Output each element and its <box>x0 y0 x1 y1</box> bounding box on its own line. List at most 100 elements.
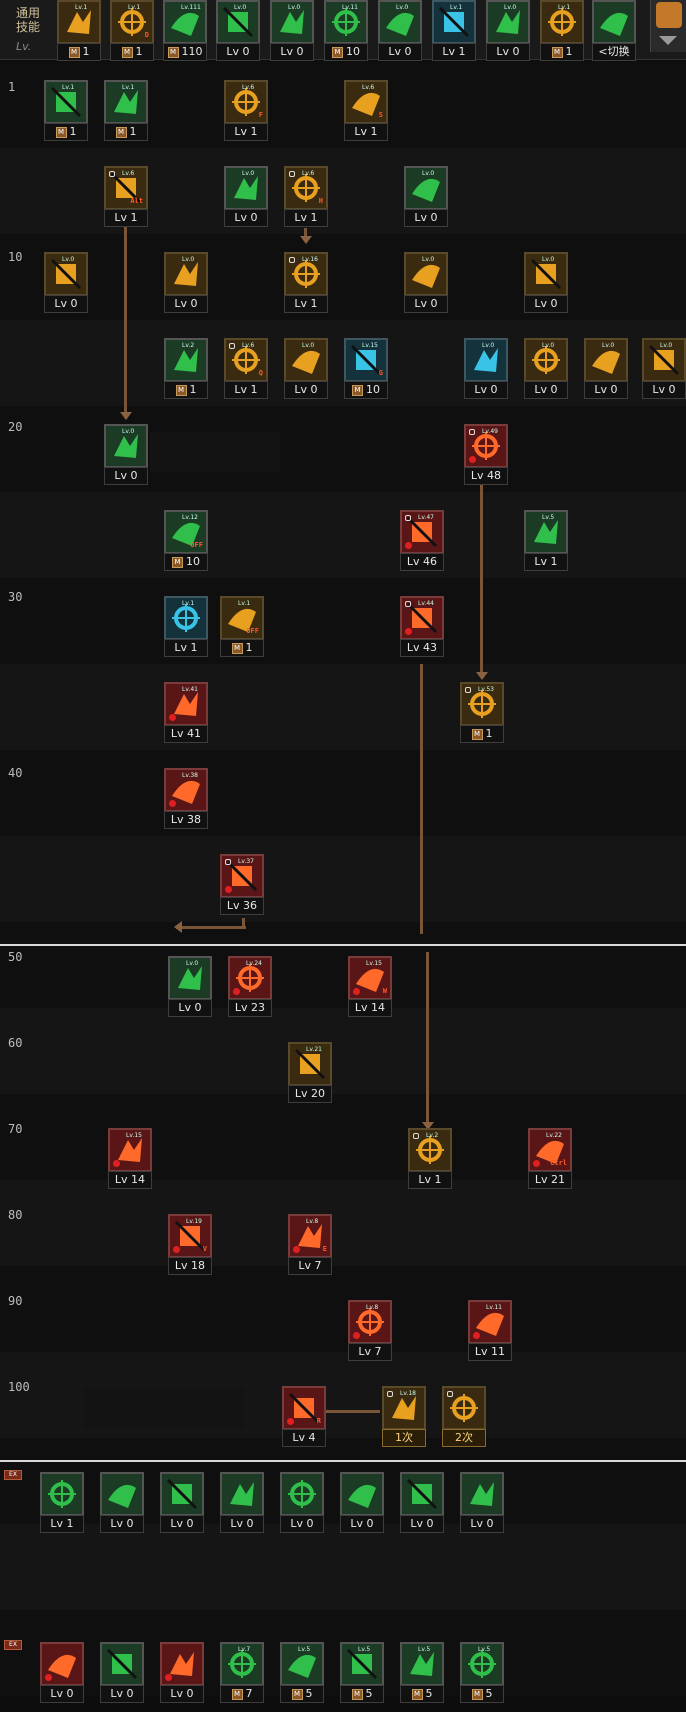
skill-slot[interactable]: Lv 0 <box>100 1472 144 1534</box>
skill-slot[interactable]: Lv.53 M 1 <box>460 682 504 744</box>
skill-slot[interactable]: Lv.6 Alt Lv 1 <box>104 166 148 228</box>
awaken-1-icon[interactable]: Lv.18 <box>382 1386 426 1430</box>
skill-slot[interactable]: Lv.5 M 5 <box>280 1642 324 1704</box>
skill-slot[interactable]: Lv.41 Lv 41 <box>164 682 208 744</box>
fire-claw-icon[interactable]: Lv.49 <box>464 424 508 468</box>
skill-slot[interactable]: Lv.0 Lv 0 <box>216 0 260 62</box>
skill-slot[interactable]: Lv.21 Lv 20 <box>288 1042 332 1104</box>
boot-icon[interactable]: Lv.0 <box>584 338 628 382</box>
skill-slot[interactable]: Lv.12 OFF M 10 <box>164 510 208 572</box>
clock-icon[interactable]: Lv.1 <box>164 596 208 640</box>
skill-slot[interactable]: Lv.0 Lv 0 <box>404 252 448 314</box>
gear-blast-icon[interactable]: Lv.47 <box>400 510 444 554</box>
skill-slot[interactable]: Lv.6 Q Lv 1 <box>224 338 268 400</box>
skill-slot[interactable]: Lv.19 V Lv 18 <box>168 1214 212 1276</box>
flare-icon[interactable]: Lv.19 V <box>168 1214 212 1258</box>
skill-slot[interactable]: Lv.5 M 5 <box>400 1642 444 1704</box>
upgrade-icon[interactable]: Lv.0 <box>104 424 148 468</box>
skill-slot[interactable]: Lv.24 Lv 23 <box>228 956 272 1018</box>
target-eye-icon[interactable]: Lv.1 <box>432 0 476 44</box>
skill-slot[interactable]: Lv.0 Lv 0 <box>224 166 268 228</box>
skill-slot[interactable]: Lv 0 <box>220 1472 264 1534</box>
skill-slot[interactable]: Lv.7 M 7 <box>220 1642 264 1704</box>
beam-icon[interactable]: Lv.8 <box>348 1300 392 1344</box>
skill-slot[interactable]: Lv 0 <box>160 1472 204 1534</box>
jump-kick-icon[interactable]: Lv.6 S <box>344 80 388 124</box>
missile-icon[interactable]: Lv.44 <box>400 596 444 640</box>
skill-slot[interactable]: Lv.6 F Lv 1 <box>224 80 268 142</box>
skill-slot[interactable]: Lv.111 M 110 <box>163 0 207 62</box>
skill-slot[interactable]: Lv.16 Lv 1 <box>284 252 328 314</box>
skill-slot[interactable]: Lv.0 Lv 0 <box>642 338 686 400</box>
ex-guard-icon[interactable]: Lv.5 <box>280 1642 324 1686</box>
ex-gun-icon[interactable]: Lv.5 <box>400 1642 444 1686</box>
awaken-2-icon[interactable] <box>442 1386 486 1430</box>
red-robot-icon[interactable]: Lv.8 E <box>288 1214 332 1258</box>
flame-body-icon[interactable]: Lv.1 <box>540 0 584 44</box>
slash-icon[interactable]: Lv.0 <box>164 252 208 296</box>
skill-slot[interactable]: Lv.22 Ctrl Lv 21 <box>528 1128 572 1190</box>
ex-leap-icon[interactable] <box>40 1472 84 1516</box>
fire-rain-icon[interactable]: Lv.22 Ctrl <box>528 1128 572 1172</box>
skill-slot[interactable]: Lv.8 E Lv 7 <box>288 1214 332 1276</box>
skill-slot[interactable]: Lv.1 Lv 1 <box>164 596 208 658</box>
sun-gear-icon[interactable]: Lv.53 <box>460 682 504 726</box>
crosshair-icon[interactable]: Lv.11 <box>324 0 368 44</box>
skill-slot[interactable]: Lv.0 Lv 0 <box>378 0 422 62</box>
skill-slot[interactable]: Lv.0 Lv 0 <box>104 424 148 486</box>
skill-slot[interactable]: Lv 0 <box>160 1642 204 1704</box>
skill-slot[interactable]: Lv.5 Lv 1 <box>524 510 568 572</box>
skill-slot[interactable]: Lv 0 <box>100 1642 144 1704</box>
burst-icon[interactable]: Lv.6 Alt <box>104 166 148 210</box>
ex-dash-icon[interactable] <box>220 1472 264 1516</box>
dash-icon[interactable]: Lv.6 H <box>284 166 328 210</box>
explosion-icon[interactable]: Lv.0 <box>44 252 88 296</box>
skill-slot[interactable]: Lv.38 Lv 38 <box>164 768 208 830</box>
skill-slot[interactable]: Lv 0 <box>400 1472 444 1534</box>
skill-slot[interactable]: Lv.49 Lv 48 <box>464 424 508 486</box>
drill-icon[interactable]: Lv.0 <box>464 338 508 382</box>
ex-jump-icon[interactable] <box>160 1472 204 1516</box>
skill-slot[interactable]: Lv.37 Lv 36 <box>220 854 264 916</box>
skill-slot[interactable]: Lv.15 Lv 14 <box>108 1128 152 1190</box>
flame-kick-icon[interactable]: Lv.6 F <box>224 80 268 124</box>
skill-slot[interactable]: Lv.2 Lv 1 <box>408 1128 452 1190</box>
skill-slot[interactable]: Lv.15 G M 10 <box>344 338 388 400</box>
skill-slot[interactable]: Lv.0 Lv 0 <box>486 0 530 62</box>
skill-slot[interactable]: Lv.1 Lv 1 <box>432 0 476 62</box>
skill-slot[interactable]: R Lv 4 <box>282 1386 326 1448</box>
play-off-icon[interactable]: Lv.1 OFF <box>220 596 264 640</box>
skill-slot[interactable]: Lv.5 M 5 <box>460 1642 504 1704</box>
ex-grenade-icon[interactable] <box>40 1642 84 1686</box>
ex-armor-icon[interactable]: Lv.7 <box>220 1642 264 1686</box>
skill-slot[interactable]: Lv 1 <box>40 1472 84 1534</box>
skill-slot[interactable]: Lv.0 Lv 0 <box>524 338 568 400</box>
sprint-icon[interactable]: Lv.0 <box>378 0 422 44</box>
skill-slot[interactable]: Lv.18 1次 <box>382 1386 426 1448</box>
chip-icon[interactable]: Lv.12 OFF <box>164 510 208 554</box>
ex-kick-icon[interactable] <box>100 1472 144 1516</box>
turret-icon[interactable]: Lv.0 <box>524 252 568 296</box>
fist-blast-icon[interactable]: Lv.16 <box>284 252 328 296</box>
stance-icon[interactable]: Lv.0 <box>486 0 530 44</box>
gatling-icon[interactable]: Lv.11 <box>468 1300 512 1344</box>
rocket-fist-icon[interactable]: Lv.38 <box>164 768 208 812</box>
leap-icon[interactable]: Lv.0 <box>224 166 268 210</box>
skill-slot[interactable]: Lv.0 Lv 0 <box>464 338 508 400</box>
drone-icon[interactable]: Lv.0 <box>168 956 212 1000</box>
bracket-w-icon[interactable]: Lv.15 W <box>348 956 392 1000</box>
awakening-icon[interactable]: R <box>282 1386 326 1430</box>
skill-slot[interactable]: Lv.2 M 1 <box>164 338 208 400</box>
ex-bang-icon[interactable] <box>100 1642 144 1686</box>
skill-slot[interactable]: Lv.0 Lv 0 <box>164 252 208 314</box>
skill-slot[interactable]: Lv 0 <box>460 1472 504 1534</box>
skill-slot[interactable]: 2次 <box>442 1386 486 1448</box>
skill-slot[interactable]: Lv 0 <box>40 1642 84 1704</box>
cannon-icon[interactable]: Lv.5 <box>524 510 568 554</box>
character-dropdown[interactable] <box>650 0 686 52</box>
skill-slot[interactable]: Lv.15 W Lv 14 <box>348 956 392 1018</box>
grenade-icon[interactable]: Lv.6 Q <box>224 338 268 382</box>
ex-rifle-icon[interactable] <box>280 1472 324 1516</box>
skill-slot[interactable]: Lv.0 Lv 0 <box>284 338 328 400</box>
jump-icon[interactable]: Lv.1 D <box>110 0 154 44</box>
